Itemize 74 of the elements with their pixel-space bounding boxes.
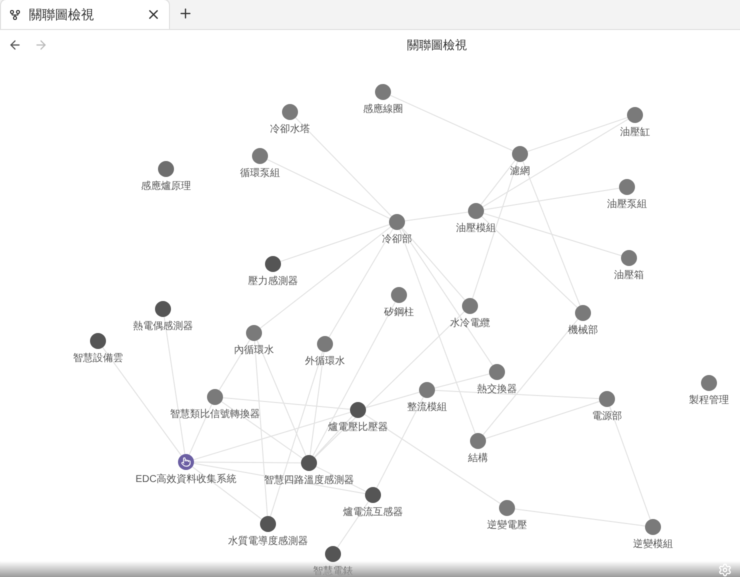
graph-node[interactable] xyxy=(246,325,262,341)
node-label: 整流模組 xyxy=(407,400,447,415)
graph-node[interactable] xyxy=(155,301,171,317)
graph-node[interactable] xyxy=(178,454,194,470)
node-label: 智慧電錶 xyxy=(313,564,353,577)
node-label: 循環泵組 xyxy=(240,167,280,181)
hand-cursor-icon xyxy=(181,457,191,467)
graph-node[interactable] xyxy=(260,516,276,532)
node-label: 智慧四路溫度感測器 xyxy=(264,474,354,488)
node-label: 矽鋼柱 xyxy=(384,306,414,320)
node-label: EDC高效資料收集系統 xyxy=(135,472,237,487)
node-label: 冷卻部 xyxy=(382,232,412,247)
node-label: 油壓模組 xyxy=(456,222,496,236)
graph-node[interactable] xyxy=(627,107,643,123)
graph-node[interactable] xyxy=(350,402,366,418)
graph-node[interactable] xyxy=(325,546,341,562)
graph-node[interactable] xyxy=(207,389,223,405)
node-label: 外循環水 xyxy=(305,354,345,369)
node-label: 油壓箱 xyxy=(614,268,644,283)
node-label: 水冷電纜 xyxy=(450,316,490,331)
graph-node[interactable] xyxy=(252,148,268,164)
node-label: 電源部 xyxy=(592,410,622,424)
graph-node[interactable] xyxy=(389,214,405,230)
node-label: 製程管理 xyxy=(689,394,729,408)
node-label: 智慧類比信號轉換器 xyxy=(170,408,260,422)
node-label: 水質電導度感測器 xyxy=(228,534,308,549)
edge-line xyxy=(404,212,469,222)
node-label: 濾網 xyxy=(510,164,530,179)
graph-node[interactable] xyxy=(317,336,333,352)
graph-node[interactable] xyxy=(375,84,391,100)
graph-node[interactable] xyxy=(575,305,591,321)
graph-node[interactable] xyxy=(645,519,661,535)
back-icon[interactable] xyxy=(8,38,22,52)
node-label: 逆變電壓 xyxy=(487,518,527,533)
node-label: 壓力感測器 xyxy=(248,274,298,289)
node-label: 逆變模組 xyxy=(633,538,673,552)
node-label: 內循環水 xyxy=(234,344,274,358)
close-icon[interactable] xyxy=(146,7,161,22)
graph-node[interactable] xyxy=(599,391,615,407)
view-title: 關聯圖檢視 xyxy=(407,37,467,54)
graph-node[interactable] xyxy=(512,146,528,162)
graph-node[interactable] xyxy=(621,250,637,266)
node-label: 結構 xyxy=(468,452,488,466)
node-label: 爐電壓比壓器 xyxy=(328,420,388,435)
node-label: 感應線圈 xyxy=(363,102,403,117)
node-label: 感應爐原理 xyxy=(141,180,191,194)
tab[interactable]: 關聯圖檢視 xyxy=(0,0,170,29)
node-label: 熱交換器 xyxy=(477,382,517,397)
tab-title: 關聯圖檢視 xyxy=(29,6,95,24)
node-label: 爐電流互感器 xyxy=(343,506,403,520)
graph-node[interactable] xyxy=(470,433,486,449)
graph-node[interactable] xyxy=(468,203,484,219)
graph-node[interactable] xyxy=(701,375,717,391)
settings-icon[interactable] xyxy=(718,563,732,577)
node-label: 熱電偶感測器 xyxy=(133,320,193,334)
graph-node[interactable] xyxy=(282,104,298,120)
node-label: 油壓缸 xyxy=(620,126,650,140)
new-tab-icon[interactable] xyxy=(178,6,193,21)
node-label: 油壓泵組 xyxy=(607,198,647,212)
graph-node[interactable] xyxy=(265,256,281,272)
graph-node[interactable] xyxy=(499,500,515,516)
node-label: 冷卻水塔 xyxy=(270,122,310,137)
graph-node[interactable] xyxy=(90,333,106,349)
graph-node[interactable] xyxy=(462,298,478,314)
graph-node[interactable] xyxy=(301,455,317,471)
graph-icon xyxy=(9,8,21,20)
graph-node[interactable] xyxy=(391,287,407,303)
graph-node[interactable] xyxy=(419,382,435,398)
graph-node[interactable] xyxy=(489,364,505,380)
graph-node[interactable] xyxy=(619,179,635,195)
node-label: 機械部 xyxy=(568,324,598,338)
graph-node[interactable] xyxy=(158,161,174,177)
graph-node[interactable] xyxy=(365,487,381,503)
node-label: 智慧設備雲 xyxy=(73,352,123,366)
